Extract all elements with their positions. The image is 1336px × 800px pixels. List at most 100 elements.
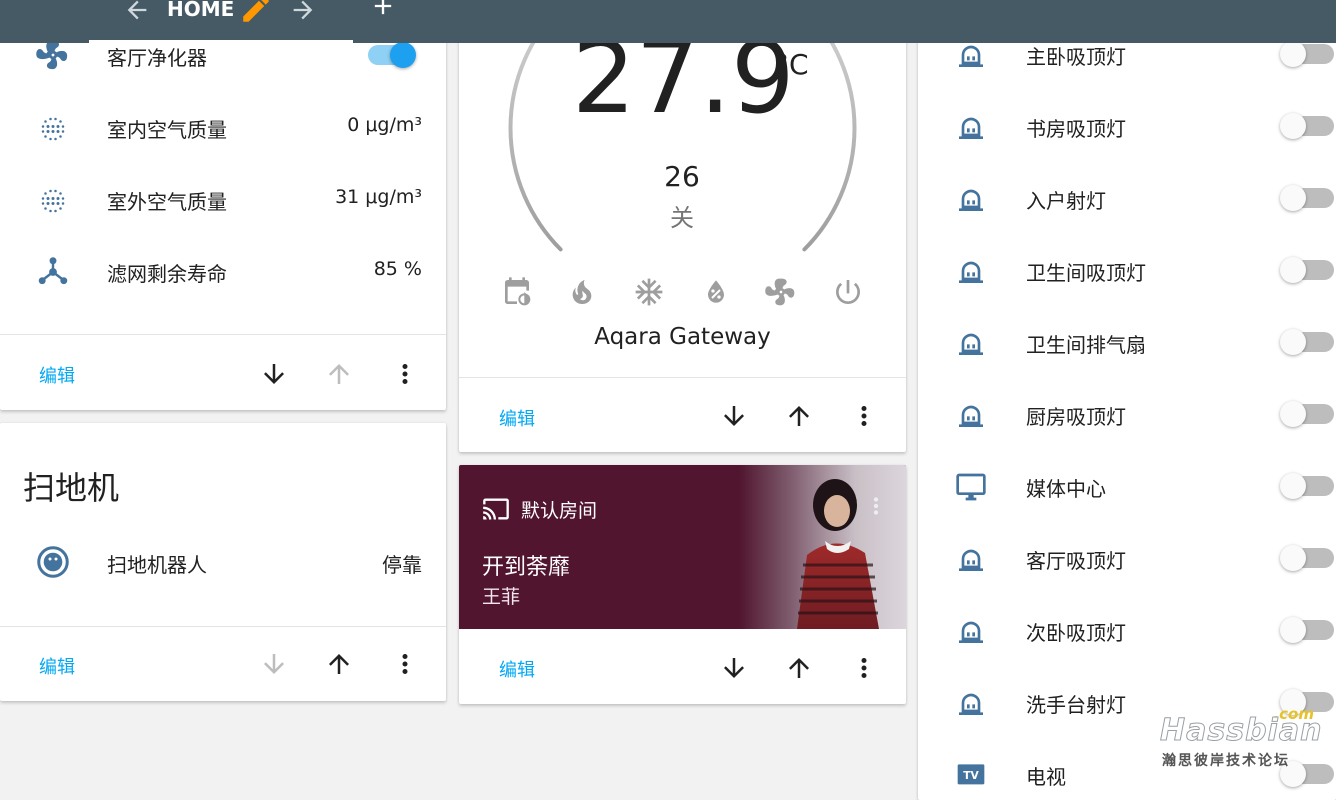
light-row: 书房吸顶灯	[918, 107, 1336, 147]
light-row: 卫生间排气扇	[918, 323, 1336, 363]
tv-icon: TV	[957, 764, 985, 785]
light-row: 卫生间吸顶灯	[918, 251, 1336, 291]
card-divider	[0, 334, 446, 335]
air-quality-icon	[41, 117, 65, 141]
fan-icon	[36, 40, 68, 70]
thermostat-card: 27.9 °C 26 关 Aqara Gateway 编辑	[459, 10, 906, 452]
light-toggle[interactable]	[1280, 257, 1336, 283]
light-toggle[interactable]	[1280, 41, 1336, 67]
edit-button[interactable]: 编辑	[499, 405, 535, 431]
tab-home[interactable]: HOME	[89, 0, 353, 43]
light-toggle[interactable]	[1280, 113, 1336, 139]
more-icon[interactable]	[390, 359, 420, 389]
ceiling-light-icon	[959, 189, 983, 211]
edit-button[interactable]: 编辑	[39, 653, 75, 679]
watermark-subtitle: 瀚思彼岸技术论坛	[1162, 753, 1290, 769]
light-label: 书房吸顶灯	[1026, 117, 1126, 141]
more-icon[interactable]	[849, 653, 879, 683]
edit-button[interactable]: 编辑	[499, 656, 535, 682]
watermark-brand: Hassbian	[1159, 713, 1323, 749]
monitor-icon	[956, 473, 986, 501]
pencil-icon[interactable]	[239, 0, 273, 26]
ceiling-light-icon	[959, 261, 983, 283]
tab-title: HOME	[167, 0, 235, 21]
light-label: 电视	[1026, 765, 1066, 789]
media-card: 默认房间 开到荼靡 王菲 编辑	[459, 465, 906, 704]
power-icon[interactable]	[832, 276, 864, 308]
light-toggle[interactable]	[1280, 617, 1336, 643]
move-down-icon[interactable]	[719, 653, 749, 683]
cool-icon[interactable]	[633, 276, 665, 308]
move-down-icon[interactable]	[719, 401, 749, 431]
move-up-icon[interactable]	[784, 401, 814, 431]
target-temperature: 26	[664, 160, 700, 193]
light-label: 媒体中心	[1026, 477, 1106, 501]
light-label: 主卧吸顶灯	[1026, 45, 1126, 69]
purifier-toggle[interactable]	[368, 42, 420, 68]
media-hero[interactable]: 默认房间 开到荼靡 王菲	[459, 465, 906, 629]
move-up-icon[interactable]	[324, 359, 354, 389]
light-row: 厨房吸顶灯	[918, 395, 1336, 435]
card-divider	[0, 626, 446, 627]
more-icon[interactable]	[863, 493, 889, 519]
cast-icon[interactable]	[482, 495, 510, 523]
media-source: 默认房间	[521, 500, 598, 522]
ceiling-light-icon	[959, 405, 983, 427]
light-toggle[interactable]	[1280, 185, 1336, 211]
light-label: 次卧吸顶灯	[1026, 621, 1126, 645]
move-down-icon[interactable]	[259, 649, 289, 679]
move-down-icon[interactable]	[259, 359, 289, 389]
move-up-icon[interactable]	[324, 649, 354, 679]
vacuum-status: 停靠	[382, 553, 422, 577]
light-label: 厨房吸顶灯	[1026, 405, 1126, 429]
outdoor-aq-label: 室外空气质量	[107, 190, 227, 214]
dry-icon[interactable]	[700, 276, 732, 308]
filter-icon	[38, 257, 68, 285]
watermark: .com Hassbian 瀚思彼岸技术论坛	[1158, 705, 1328, 775]
arrow-left-icon[interactable]	[123, 0, 151, 24]
ceiling-light-icon	[959, 117, 983, 139]
current-temperature: 27.9	[572, 19, 795, 136]
fan-icon[interactable]	[765, 276, 797, 308]
hvac-state: 关	[670, 204, 694, 232]
thermostat-name: Aqara Gateway	[594, 324, 771, 350]
light-toggle[interactable]	[1280, 401, 1336, 427]
heat-icon[interactable]	[566, 276, 598, 308]
outdoor-aq-value: 31 μg/m³	[335, 186, 422, 208]
more-icon[interactable]	[849, 401, 879, 431]
light-row: 次卧吸顶灯	[918, 611, 1336, 651]
light-toggle[interactable]	[1280, 545, 1336, 571]
light-label: 客厅吸顶灯	[1026, 549, 1126, 573]
indoor-aq-value: 0 μg/m³	[347, 114, 422, 136]
filter-value: 85 %	[373, 258, 422, 280]
temperature-unit: °C	[775, 48, 809, 81]
edit-button[interactable]: 编辑	[39, 362, 75, 388]
media-title: 开到荼靡	[482, 555, 571, 580]
purifier-label: 客厅净化器	[107, 46, 207, 70]
vacuum-label: 扫地机器人	[107, 553, 207, 577]
light-label: 入户射灯	[1026, 189, 1106, 213]
light-label: 卫生间吸顶灯	[1026, 261, 1146, 285]
air-quality-icon	[41, 189, 65, 213]
ceiling-light-icon	[959, 333, 983, 355]
more-icon[interactable]	[390, 649, 420, 679]
ceiling-light-icon	[959, 549, 983, 571]
lights-card: 主卧吸顶灯书房吸顶灯入户射灯卫生间吸顶灯 卫生间排气扇 厨房吸顶灯媒体中心客厅吸顶灯…	[918, 20, 1336, 800]
app-toolbar: HOME	[0, 0, 1336, 43]
ceiling-light-icon	[959, 621, 983, 643]
arrow-right-icon[interactable]	[289, 0, 317, 24]
light-toggle[interactable]	[1280, 329, 1336, 355]
indoor-aq-label: 室内空气质量	[107, 118, 227, 142]
album-art	[739, 465, 906, 629]
light-toggle[interactable]	[1280, 473, 1336, 499]
light-row: 媒体中心	[918, 467, 1336, 507]
move-up-icon[interactable]	[784, 653, 814, 683]
light-row: 客厅吸顶灯	[918, 539, 1336, 579]
ceiling-light-icon	[959, 45, 983, 67]
light-label: 洗手台射灯	[1026, 693, 1126, 717]
add-icon[interactable]	[369, 0, 397, 20]
ceiling-light-icon	[959, 693, 983, 715]
schedule-icon[interactable]	[501, 276, 533, 308]
light-row: 入户射灯	[918, 179, 1336, 219]
light-label: 卫生间排气扇	[1026, 333, 1146, 357]
